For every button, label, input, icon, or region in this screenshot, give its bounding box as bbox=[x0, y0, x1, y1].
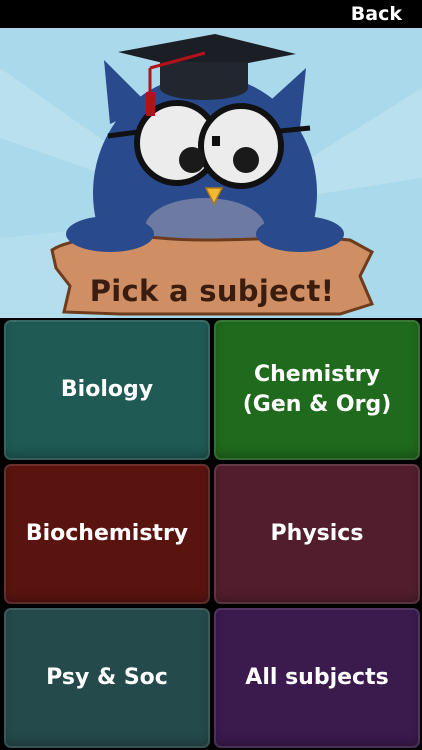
subject-label: Biology bbox=[60, 377, 154, 402]
subject-label: Biochemistry bbox=[25, 521, 189, 546]
subject-tile-biology[interactable]: Biology bbox=[4, 320, 210, 460]
pick-subject-banner: Pick a subject! bbox=[89, 274, 335, 308]
subject-tile-biochemistry[interactable]: Biochemistry bbox=[4, 464, 210, 604]
subject-label: Psy & Soc bbox=[46, 665, 168, 690]
hero-illustration: Pick a subject! bbox=[0, 28, 422, 318]
subject-grid: Biology Chemistry (Gen & Org) Biochemist… bbox=[0, 318, 422, 750]
subject-tile-psy-soc[interactable]: Psy & Soc bbox=[4, 608, 210, 748]
subject-label: Physics bbox=[270, 521, 364, 546]
subject-tile-all-subjects[interactable]: All subjects bbox=[214, 608, 420, 748]
top-bar: Back bbox=[0, 0, 422, 28]
subject-tile-physics[interactable]: Physics bbox=[214, 464, 420, 604]
subject-label: All subjects bbox=[245, 665, 389, 690]
subject-tile-chemistry[interactable]: Chemistry (Gen & Org) bbox=[214, 320, 420, 460]
back-button[interactable]: Back bbox=[351, 2, 402, 26]
subject-label: Chemistry (Gen & Org) bbox=[242, 362, 392, 417]
